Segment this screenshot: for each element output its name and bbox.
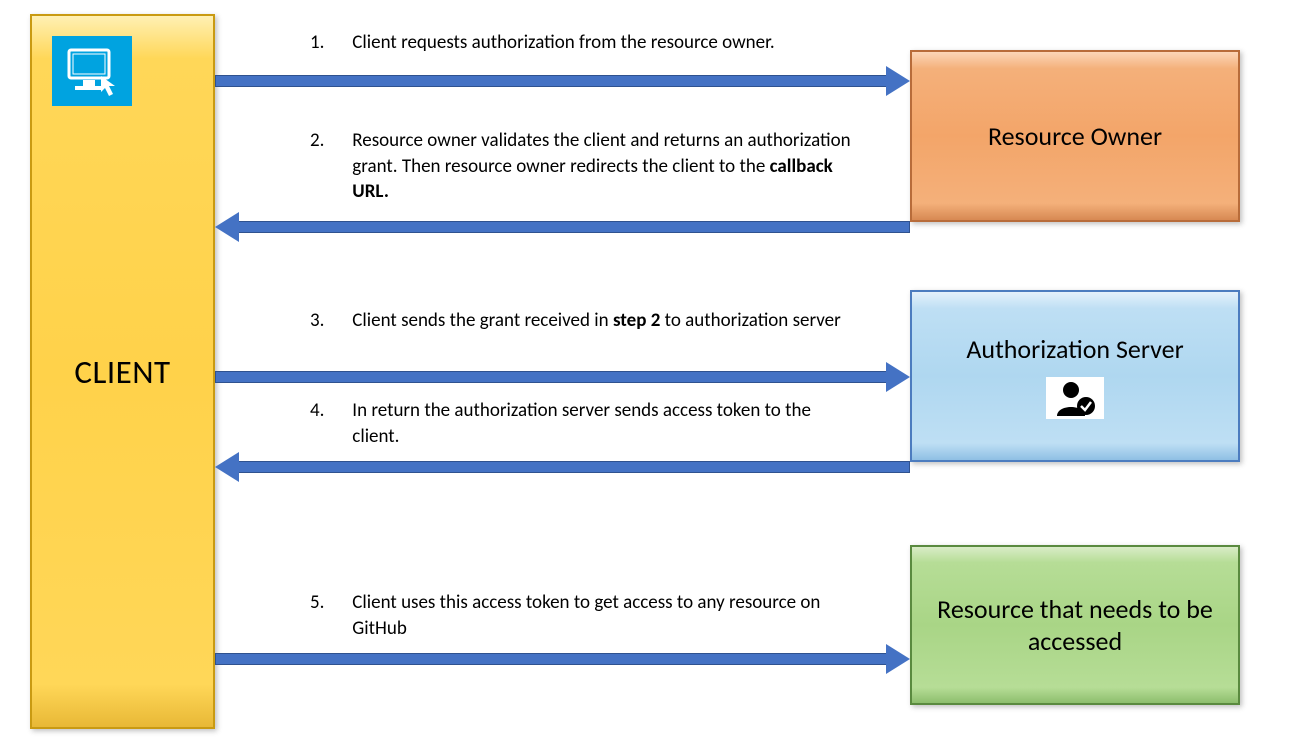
step-3-text: Client sends the grant received in step … (352, 308, 852, 334)
client-box: CLIENT (30, 14, 215, 729)
resource-box: Resource that needs to be accessed (910, 545, 1240, 705)
user-check-icon (1046, 377, 1104, 419)
step-3-num: 3. (310, 308, 348, 334)
arrow-3-right (215, 368, 910, 386)
step-1: 1. Client requests authorization from th… (310, 30, 870, 56)
resource-label: Resource that needs to be accessed (928, 593, 1222, 657)
authorization-server-box: Authorization Server (910, 290, 1240, 462)
step-5: 5. Client uses this access token to get … (310, 590, 870, 641)
arrow-1-right (215, 72, 910, 90)
client-label: CLIENT (74, 352, 170, 392)
step-4: 4. In return the authorization server se… (310, 398, 870, 449)
arrow-4-left (215, 458, 910, 476)
step-2: 2. Resource owner validates the client a… (310, 128, 890, 205)
step-2-num: 2. (310, 128, 348, 154)
step-3: 3. Client sends the grant received in st… (310, 308, 870, 334)
computer-icon (52, 36, 132, 106)
arrow-2-left (215, 218, 910, 236)
step-4-num: 4. (310, 398, 348, 424)
step-5-text: Client uses this access token to get acc… (352, 590, 852, 641)
resource-owner-box: Resource Owner (910, 50, 1240, 222)
arrow-5-right (215, 650, 910, 668)
step-4-text: In return the authorization server sends… (352, 398, 852, 449)
authorization-server-label: Authorization Server (966, 333, 1183, 365)
step-5-num: 5. (310, 590, 348, 616)
step-1-num: 1. (310, 30, 348, 56)
step-2-text: Resource owner validates the client and … (352, 128, 872, 205)
step-1-text: Client requests authorization from the r… (352, 30, 852, 56)
resource-owner-label: Resource Owner (988, 120, 1162, 152)
